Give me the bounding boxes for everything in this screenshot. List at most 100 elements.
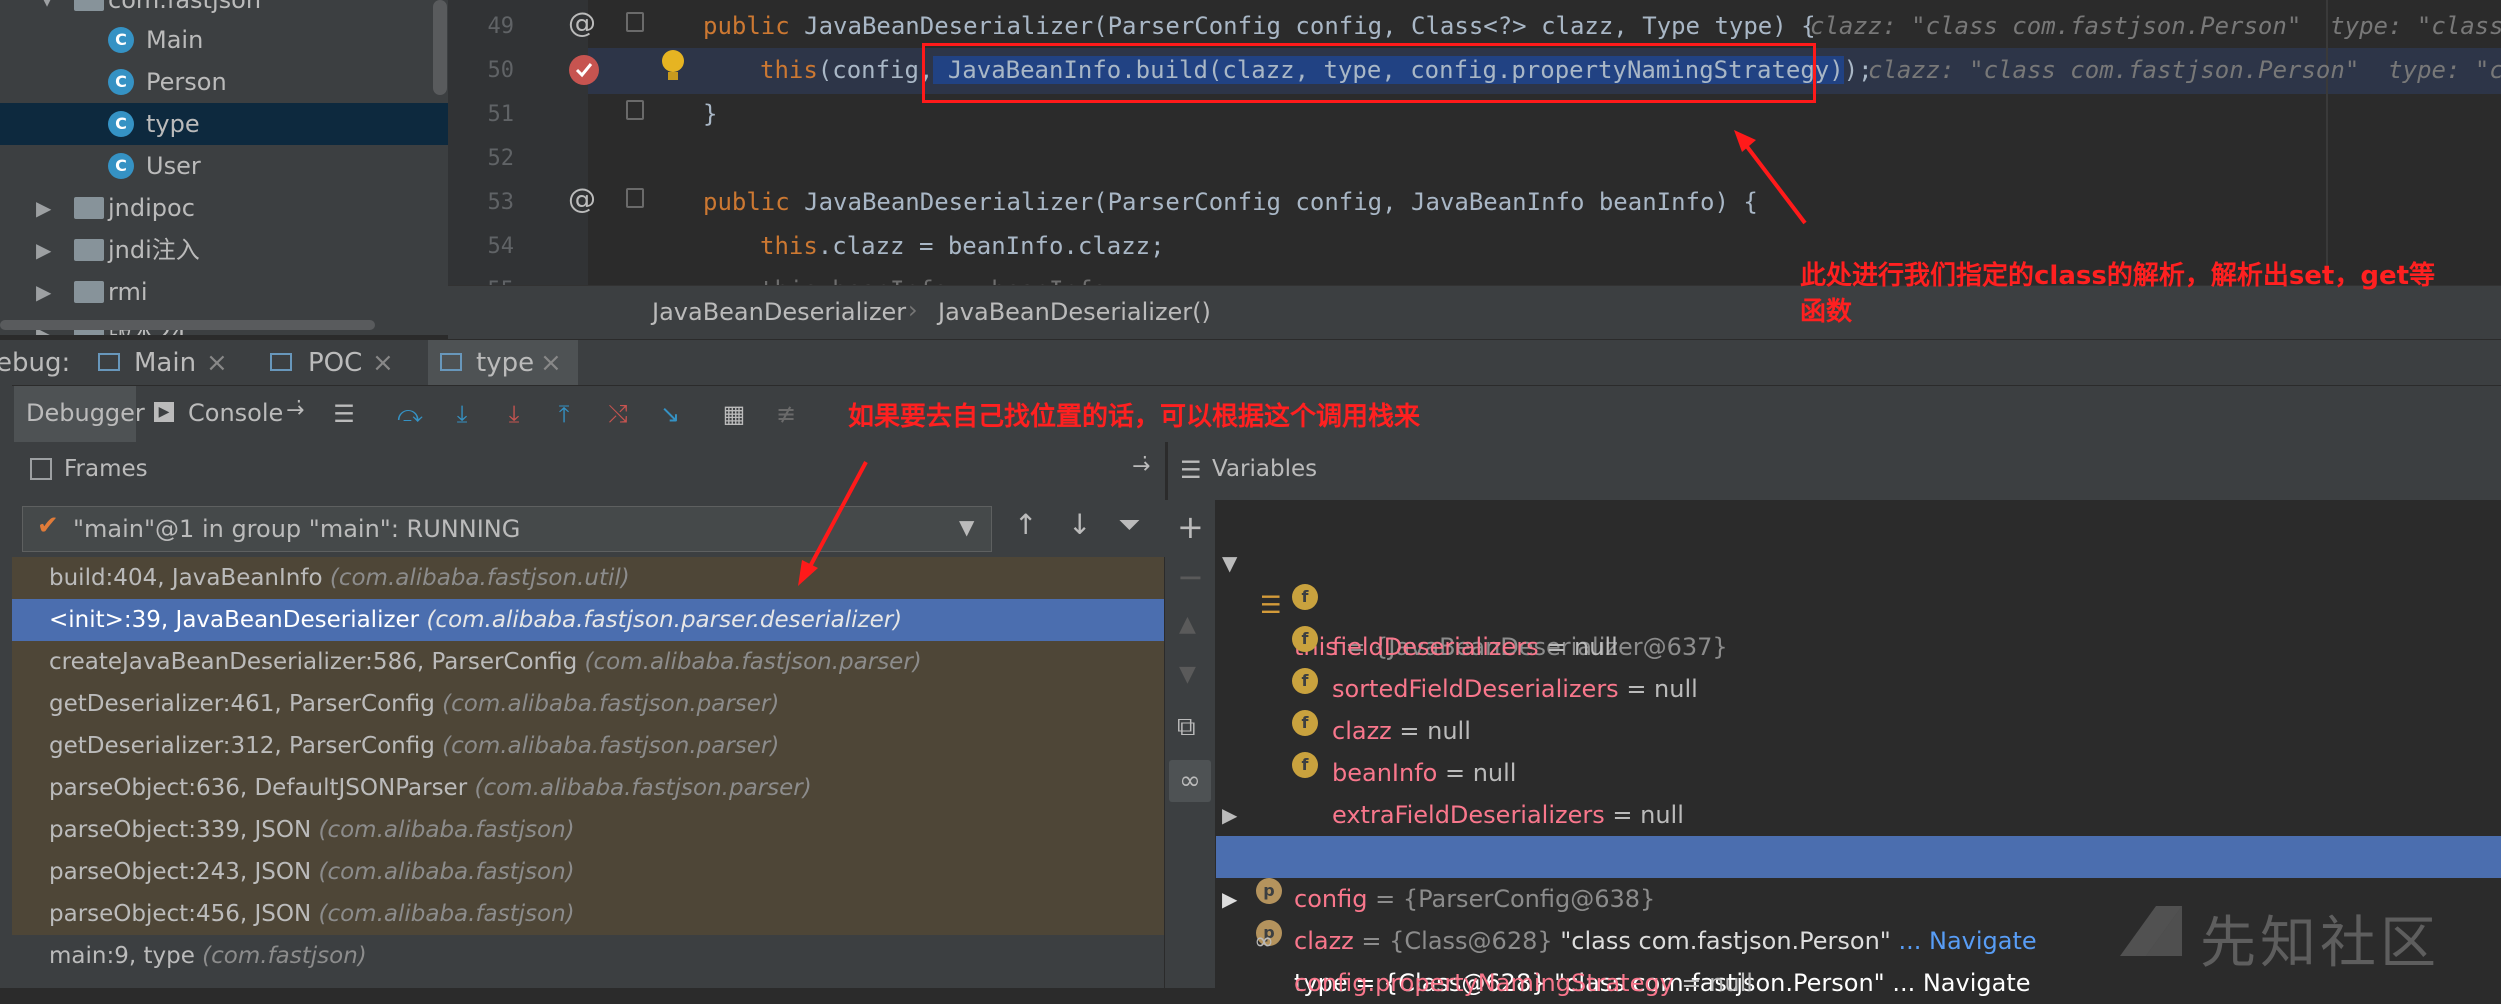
fold-marker-icon[interactable] — [626, 188, 644, 208]
close-icon[interactable]: × — [372, 340, 394, 386]
lightbulb-icon[interactable] — [662, 50, 684, 72]
drop-frame-icon[interactable]: ⤭ — [602, 398, 634, 430]
frame-row[interactable]: parseObject:456, JSON (com.alibaba.fastj… — [12, 893, 1164, 935]
code-text: JavaBeanDeserializer(ParserConfig config… — [789, 12, 1816, 40]
filter-icon[interactable]: ⏷ — [1118, 508, 1140, 542]
close-icon[interactable]: × — [206, 340, 228, 386]
debug-label: ebug: — [0, 348, 71, 378]
trace-icon[interactable]: ≢ — [770, 398, 802, 430]
remove-watch-icon[interactable]: − — [1177, 558, 1204, 596]
close-icon[interactable]: × — [540, 340, 562, 386]
frame-row[interactable]: getDeserializer:312, ParserConfig (com.a… — [12, 725, 1164, 767]
fold-marker-icon[interactable] — [626, 12, 644, 32]
restore-icon[interactable]: →̇ — [1132, 454, 1150, 479]
tree-item-user[interactable]: C User — [0, 145, 448, 187]
debug-tab-poc[interactable]: POC × — [266, 340, 416, 386]
code-text: (config, — [817, 56, 934, 84]
tab-debugger[interactable]: Debugger — [14, 386, 145, 442]
annotation-arrow-icon — [1734, 130, 1807, 225]
tab-label: Debugger — [26, 399, 145, 427]
override-at-icon[interactable]: @ — [568, 182, 596, 215]
variable-row-field[interactable]: f extraFieldDeserializers = null — [1216, 710, 2501, 829]
frame-text: parseObject:456, JSON (com.alibaba.fastj… — [49, 901, 575, 927]
watermark-logo-icon — [2116, 900, 2186, 960]
tree-scrollbar[interactable] — [433, 0, 447, 95]
frame-row[interactable]: createJavaBeanDeserializer:586, ParserCo… — [12, 641, 1164, 683]
menu-lines-icon[interactable]: ☰ — [328, 398, 360, 430]
tree-item-jndi[interactable]: ▶ jndi注入 — [0, 229, 448, 271]
move-down-icon[interactable]: ▼ — [1179, 662, 1196, 687]
step-over-icon[interactable]: ⤓ — [446, 398, 478, 430]
tree-item-package[interactable]: ▾ com.fastjson — [0, 0, 448, 21]
folder-icon — [74, 197, 104, 219]
frame-row[interactable]: parseObject:243, JSON (com.alibaba.fastj… — [12, 851, 1164, 893]
expand-triangle-icon[interactable]: ▶ — [36, 271, 51, 313]
override-at-icon[interactable]: @ — [568, 6, 596, 39]
breadcrumb-item[interactable]: JavaBeanDeserializer — [652, 298, 906, 326]
copy-icon[interactable]: ⧉ — [1177, 712, 1196, 743]
breakpoint-icon[interactable] — [569, 55, 599, 85]
tree-horizontal-scrollbar[interactable] — [0, 320, 375, 330]
frames-title: Frames — [64, 456, 148, 482]
folder-icon — [74, 239, 104, 261]
variables-icon: ☰ — [1180, 456, 1202, 484]
show-watches-icon[interactable]: ∞ — [1169, 760, 1211, 802]
frame-row[interactable]: build:404, JavaBeanInfo (com.alibaba.fas… — [12, 557, 1164, 599]
variable-row-field[interactable]: f sortedFieldDeserializers = null — [1216, 584, 2501, 703]
folder-icon — [74, 281, 104, 303]
frame-row[interactable]: getDeserializer:461, ParserConfig (com.a… — [12, 683, 1164, 725]
evaluate-expression-icon[interactable]: ▦ — [718, 398, 750, 430]
fold-marker-icon[interactable] — [626, 100, 644, 120]
debug-tab-main[interactable]: Main × — [94, 340, 244, 386]
tree-item-person[interactable]: C Person — [0, 61, 448, 103]
variable-row-field[interactable]: f beanInfo = null — [1216, 668, 2501, 787]
line-number: 52 — [487, 146, 515, 171]
variable-row-field[interactable]: f clazz = null — [1216, 626, 2501, 745]
expand-triangle-icon[interactable]: ▶ — [36, 187, 51, 229]
tree-item-label: rmi — [108, 278, 148, 306]
add-watch-icon[interactable]: + — [1177, 508, 1204, 546]
step-out-icon[interactable]: ⤒ — [548, 398, 580, 430]
variable-row-config[interactable]: ▶ p config = {ParserConfig@638} — [1216, 752, 2501, 913]
variables-side-toolbar: + − ▲ ▼ ⧉ ∞ — [1165, 500, 1216, 988]
tree-item-label: type — [146, 110, 200, 138]
frame-text: parseObject:243, JSON (com.alibaba.fastj… — [49, 859, 575, 885]
tree-item-label: jndi注入 — [108, 236, 200, 264]
inline-debug-hint: clazz: "class com.fastjson.Person" type:… — [1868, 56, 2501, 84]
frames-list: build:404, JavaBeanInfo (com.alibaba.fas… — [12, 557, 1164, 988]
step-into-icon[interactable]: ⤓ — [498, 398, 530, 430]
frame-row[interactable]: main:9, type (com.fastjson) — [12, 935, 1164, 988]
frame-text: parseObject:636, DefaultJSONParser (com.… — [49, 775, 812, 801]
code-text: JavaBeanDeserializer(ParserConfig config… — [789, 188, 1758, 216]
left-tool-strip — [0, 385, 12, 988]
project-tree: ▾ com.fastjson C Main C Person C type C … — [0, 0, 448, 335]
show-execution-point-icon[interactable]: ⤼ — [394, 398, 426, 430]
breadcrumb-item[interactable]: JavaBeanDeserializer() — [938, 298, 1211, 326]
arrow-down-icon[interactable]: ↓ — [1068, 508, 1091, 541]
frames-icon — [30, 458, 52, 480]
move-up-icon[interactable]: ▲ — [1179, 612, 1196, 637]
tab-console[interactable]: ▶ Console →̇ — [150, 386, 320, 442]
tree-item-jndipoc[interactable]: ▶ jndipoc — [0, 187, 448, 229]
tab-label: POC — [308, 348, 363, 378]
restore-layout-icon[interactable]: →̇ — [286, 398, 304, 423]
frame-row-selected[interactable]: <init>:39, JavaBeanDeserializer (com.ali… — [12, 599, 1164, 641]
variable-row-this[interactable]: ▼ ☰ this = {JavaBeanDeserializer@637} — [1216, 500, 2501, 661]
run-to-cursor-icon[interactable]: ↘ — [654, 398, 686, 430]
tree-item-type[interactable]: C type — [0, 103, 448, 145]
variable-row-type-selected[interactable]: ▶ p type = {Class@628} "class com.fastjs… — [1216, 836, 2501, 997]
variable-row-field[interactable]: f fieldDeserializers = null — [1216, 542, 2501, 661]
expand-triangle-icon[interactable]: ▶ — [36, 229, 51, 271]
expand-triangle-icon[interactable]: ▾ — [42, 0, 52, 21]
frame-row[interactable]: parseObject:636, DefaultJSONParser (com.… — [12, 767, 1164, 809]
arrow-up-icon[interactable]: ↑ — [1014, 508, 1037, 541]
frames-header: Frames →̇ — [12, 442, 1165, 500]
annotation-note-middle: 如果要去自己找位置的话，可以根据这个调用栈来 — [848, 402, 1421, 432]
debug-tab-type[interactable]: type × — [428, 340, 578, 386]
variable-row-clazz[interactable]: ▶ p clazz = {Class@628} "class com.fastj… — [1216, 794, 2501, 955]
tree-item-rmi[interactable]: ▶ rmi — [0, 271, 448, 313]
tree-item-label: Main — [146, 26, 204, 54]
tree-item-main[interactable]: C Main — [0, 19, 448, 61]
frame-row[interactable]: parseObject:339, JSON (com.alibaba.fastj… — [12, 809, 1164, 851]
line-number: 49 — [487, 14, 515, 39]
